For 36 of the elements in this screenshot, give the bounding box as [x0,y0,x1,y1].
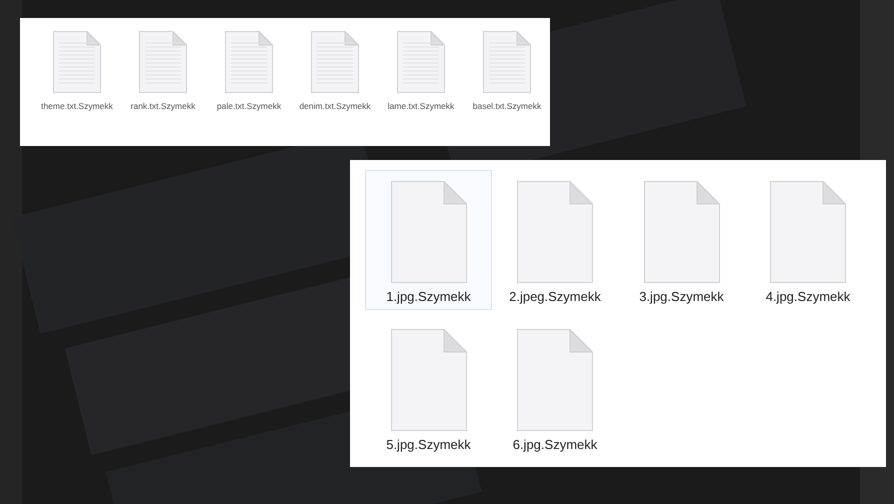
file-name: 6.jpg.Szymekk [512,437,598,453]
file-name: 1.jpg.Szymekk [386,289,471,305]
document-icon [225,31,273,93]
file-item[interactable]: denim.txt.Szymekk [296,28,374,146]
file-item[interactable]: basel.txt.Szymekk [468,28,546,146]
file-item[interactable]: 3.jpg.Szymekk [618,170,745,310]
document-icon [644,181,720,283]
file-item[interactable]: rank.txt.Szymekk [124,28,202,146]
file-item[interactable]: 1.jpg.Szymekk [365,170,492,310]
file-item[interactable]: 6.jpg.Szymekk [492,318,618,458]
file-item[interactable]: 4.jpg.Szymekk [744,170,872,310]
file-name: 2.jpeg.Szymekk [509,289,601,305]
file-name: lame.txt.Szymekk [386,101,456,112]
file-name: pale.txt.Szymekk [216,101,282,112]
document-icon [397,31,445,93]
document-icon [390,329,466,431]
document-icon [483,31,531,93]
document-icon [139,31,187,93]
file-name: basel.txt.Szymekk [472,101,542,112]
file-item[interactable]: lame.txt.Szymekk [382,28,460,146]
file-name: theme.txt.Szymekk [40,101,114,112]
document-icon [770,181,846,283]
file-name: 3.jpg.Szymekk [639,289,724,305]
file-name: 5.jpg.Szymekk [386,437,471,453]
file-name: denim.txt.Szymekk [298,101,372,112]
file-item[interactable]: theme.txt.Szymekk [38,28,116,146]
file-name: rank.txt.Szymekk [130,101,196,112]
document-icon [517,181,593,283]
document-icon [517,329,593,431]
document-icon [311,31,359,93]
document-icon [53,31,101,93]
file-item[interactable]: pale.txt.Szymekk [210,28,288,146]
file-name: 4.jpg.Szymekk [766,289,850,305]
file-item[interactable]: 5.jpg.Szymekk [365,318,492,458]
document-icon [390,181,466,283]
file-item[interactable]: 2.jpeg.Szymekk [492,170,618,310]
